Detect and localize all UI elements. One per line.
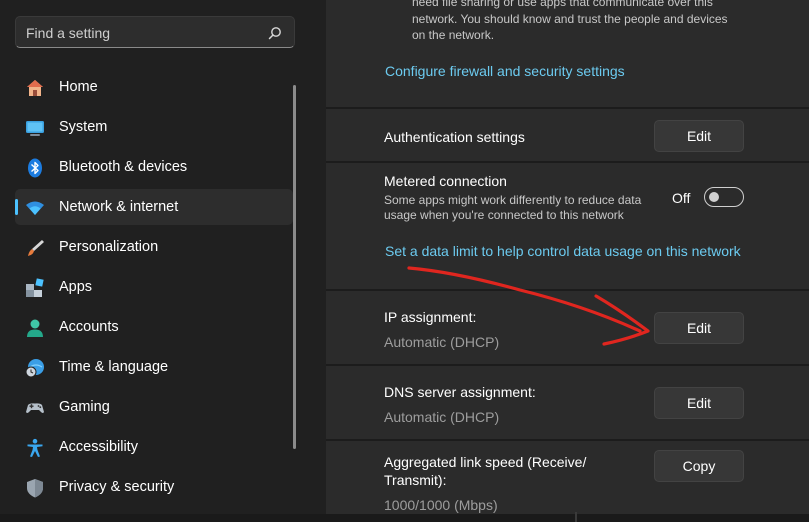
active-indicator — [15, 199, 18, 215]
toggle-knob — [709, 192, 719, 202]
sidebar-item-label: Gaming — [59, 399, 110, 415]
sidebar-item-label: Accessibility — [59, 439, 138, 455]
sidebar-item-label: Home — [59, 79, 98, 95]
ip-assignment-row: IP assignment: Automatic (DHCP) Edit — [326, 291, 809, 364]
sidebar-item-bluetooth[interactable]: Bluetooth & devices — [15, 149, 293, 185]
authentication-edit-button[interactable]: Edit — [654, 120, 744, 152]
sidebar-item-accessibility[interactable]: Accessibility — [15, 429, 293, 465]
network-desc-line: need file sharing or use apps that commu… — [412, 0, 713, 9]
sidebar-item-label: System — [59, 119, 108, 135]
brush-icon — [28, 240, 44, 256]
metered-toggle-state: Off — [672, 190, 691, 206]
network-desc-line: on the network. — [412, 28, 495, 42]
configure-firewall-link[interactable]: Configure firewall and security settings — [385, 63, 625, 79]
metered-connection-row: Metered connection Some apps might work … — [326, 163, 809, 289]
sidebar-item-label: Time & language — [59, 359, 169, 375]
sidebar-item-network[interactable]: Network & internet — [15, 189, 293, 225]
sidebar-item-system[interactable]: System — [15, 109, 293, 145]
network-desc-line: network. You should know and trust the p… — [412, 12, 728, 26]
accounts-icon — [27, 319, 43, 337]
sidebar-item-privacy-security[interactable]: Privacy & security — [15, 469, 293, 505]
sidebar-item-gaming[interactable]: Gaming — [15, 389, 293, 425]
metered-connection-toggle[interactable] — [704, 187, 744, 207]
metered-desc-line: usage when you're connected to this netw… — [384, 208, 624, 222]
bottom-separator — [575, 512, 577, 522]
dns-assignment-title: DNS server assignment: — [384, 384, 536, 400]
sidebar-item-time-language[interactable]: Time & language — [15, 349, 293, 385]
search-box[interactable] — [15, 16, 295, 48]
sidebar-item-label: Accounts — [59, 319, 119, 335]
accessibility-icon — [27, 438, 43, 457]
time-language-icon — [25, 359, 44, 378]
dns-assignment-edit-button[interactable]: Edit — [654, 387, 744, 419]
bluetooth-icon — [28, 158, 42, 178]
sidebar-item-label: Privacy & security — [59, 479, 175, 495]
sidebar-nav: Home System Bluetooth & devices Network … — [15, 69, 293, 509]
sidebar-item-label: Personalization — [59, 239, 159, 255]
authentication-settings-title: Authentication settings — [384, 129, 525, 145]
system-icon — [26, 121, 44, 136]
authentication-settings-row: Authentication settings Edit — [326, 109, 809, 161]
sidebar-item-apps[interactable]: Apps — [15, 269, 293, 305]
sidebar-item-label: Bluetooth & devices — [59, 159, 188, 175]
link-speed-row: Aggregated link speed (Receive/ Transmit… — [326, 441, 809, 522]
home-icon — [27, 80, 43, 96]
shield-icon — [27, 479, 43, 498]
link-speed-title-line: Aggregated link speed (Receive/ — [384, 454, 587, 470]
metered-connection-title: Metered connection — [384, 173, 507, 189]
search-input[interactable] — [26, 23, 256, 43]
ip-assignment-edit-button[interactable]: Edit — [654, 312, 744, 344]
link-speed-copy-button[interactable]: Copy — [654, 450, 744, 482]
ip-assignment-value: Automatic (DHCP) — [384, 334, 500, 350]
link-speed-title-line: Transmit): — [384, 472, 447, 488]
dns-assignment-row: DNS server assignment: Automatic (DHCP) … — [326, 366, 809, 439]
sidebar-item-personalization[interactable]: Personalization — [15, 229, 293, 265]
main-content: need file sharing or use apps that commu… — [326, 0, 809, 522]
sidebar: Home System Bluetooth & devices — [0, 0, 326, 522]
sidebar-item-home[interactable]: Home — [15, 69, 293, 105]
network-profile-card: need file sharing or use apps that commu… — [326, 0, 809, 107]
ip-assignment-title: IP assignment: — [384, 309, 477, 325]
gaming-icon — [26, 403, 44, 413]
sidebar-item-label: Network & internet — [59, 199, 179, 215]
dns-assignment-value: Automatic (DHCP) — [384, 409, 500, 425]
bottom-edge — [0, 514, 809, 522]
set-data-limit-link[interactable]: Set a data limit to help control data us… — [385, 243, 741, 259]
sidebar-scrollbar[interactable] — [293, 85, 296, 449]
link-speed-value: 1000/1000 (Mbps) — [384, 497, 498, 513]
wifi-icon — [26, 201, 44, 215]
search-icon[interactable] — [268, 26, 282, 40]
apps-icon — [26, 278, 44, 297]
sidebar-item-label: Apps — [59, 279, 93, 295]
sidebar-item-accounts[interactable]: Accounts — [15, 309, 293, 345]
metered-desc-line: Some apps might work differently to redu… — [384, 193, 642, 207]
